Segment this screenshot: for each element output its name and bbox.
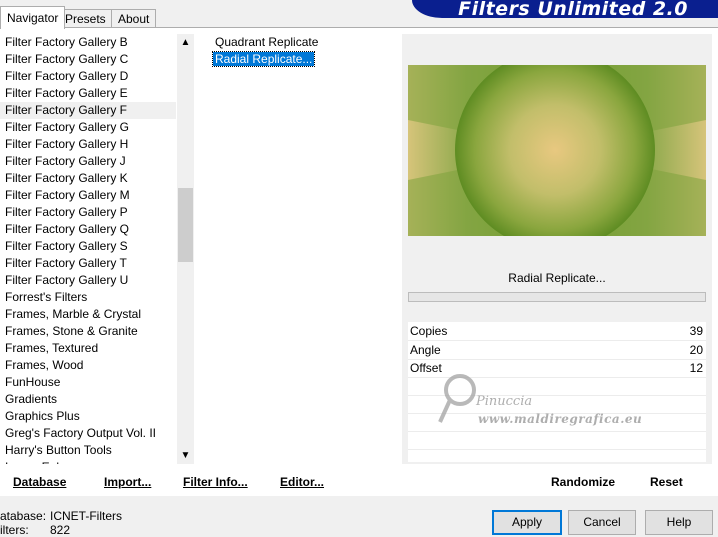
filter-info-link[interactable]: Filter Info... [183, 475, 248, 489]
filter-item-label: Radial Replicate... [211, 51, 316, 67]
category-item[interactable]: Frames, Marble & Crystal [0, 306, 176, 323]
category-item[interactable]: Filter Factory Gallery G [0, 119, 176, 136]
category-item[interactable]: Filter Factory Gallery K [0, 170, 176, 187]
category-item[interactable]: Filter Factory Gallery D [0, 68, 176, 85]
category-item[interactable]: Filter Factory Gallery H [0, 136, 176, 153]
param-value[interactable]: 20 [690, 341, 703, 359]
empty-param-row [408, 432, 706, 450]
watermark-logo-icon [438, 374, 476, 423]
scroll-up-icon[interactable]: ▲ [177, 34, 194, 51]
filter-preview [408, 65, 706, 236]
filter-item[interactable]: Quadrant Replicate [200, 34, 400, 51]
import-link[interactable]: Import... [104, 475, 151, 489]
category-item[interactable]: Filter Factory Gallery P [0, 204, 176, 221]
category-item[interactable]: Filter Factory Gallery E [0, 85, 176, 102]
param-row-copies[interactable]: Copies 39 [408, 322, 706, 341]
category-item[interactable]: Frames, Textured [0, 340, 176, 357]
category-item[interactable]: Filter Factory Gallery C [0, 51, 176, 68]
help-button[interactable]: Help [645, 510, 713, 535]
category-item[interactable]: Greg's Factory Output Vol. II [0, 425, 176, 442]
scroll-thumb[interactable] [178, 188, 193, 262]
filter-item-label: Quadrant Replicate [215, 35, 319, 49]
radial-replicate-preview-image [408, 65, 706, 236]
randomize-button[interactable]: Randomize [551, 475, 615, 489]
param-label: Angle [410, 343, 441, 357]
database-link[interactable]: Database [13, 475, 66, 489]
title-banner: Filters Unlimited 2.0 [412, 0, 718, 20]
category-item[interactable]: Filter Factory Gallery M [0, 187, 176, 204]
scroll-down-icon[interactable]: ▼ [177, 447, 194, 464]
filters-count-label: ilters: [0, 523, 29, 537]
category-item[interactable]: FunHouse [0, 374, 176, 391]
category-item[interactable]: Filter Factory Gallery F [0, 102, 176, 119]
tab-navigator[interactable]: Navigator [0, 6, 66, 29]
watermark-name: Pinuccia [476, 394, 533, 409]
apply-button[interactable]: Apply [492, 510, 562, 535]
category-item[interactable]: Filter Factory Gallery J [0, 153, 176, 170]
watermark-url: www.maldiregrafica.eu [478, 412, 643, 426]
banner-title: Filters Unlimited 2.0 [458, 0, 688, 20]
category-item[interactable]: Frames, Stone & Granite [0, 323, 176, 340]
filters-count-value: 822 [50, 523, 71, 537]
category-item[interactable]: Filter Factory Gallery U [0, 272, 176, 289]
tab-about[interactable]: About [111, 9, 157, 28]
reset-button[interactable]: Reset [650, 475, 683, 489]
category-item[interactable]: Image Enhance [0, 459, 176, 464]
editor-link[interactable]: Editor... [280, 475, 324, 489]
param-label: Copies [410, 324, 448, 338]
filter-list[interactable]: Quadrant Replicate Radial Replicate... [200, 34, 400, 68]
tab-presets[interactable]: Presets [58, 9, 113, 28]
category-list[interactable]: Filter Factory Gallery B Filter Factory G… [0, 34, 176, 464]
category-item[interactable]: Gradients [0, 391, 176, 408]
param-value[interactable]: 12 [690, 359, 703, 377]
category-scrollbar[interactable]: ▲ ▼ [177, 34, 194, 464]
param-value[interactable]: 39 [690, 322, 703, 340]
progress-bar [408, 292, 706, 302]
category-item[interactable]: Harry's Button Tools [0, 442, 176, 459]
database-value: ICNET-Filters [50, 509, 122, 523]
category-item[interactable]: Forrest's Filters [0, 289, 176, 306]
category-item[interactable]: Filter Factory Gallery Q [0, 221, 176, 238]
filter-item[interactable]: Radial Replicate... [200, 51, 400, 68]
filter-name-button[interactable]: Radial Replicate... [408, 267, 706, 289]
param-row-angle[interactable]: Angle 20 [408, 341, 706, 360]
database-label: atabase: [0, 509, 47, 523]
category-item[interactable]: Filter Factory Gallery B [0, 34, 176, 51]
cancel-button[interactable]: Cancel [568, 510, 636, 535]
category-item[interactable]: Filter Factory Gallery T [0, 255, 176, 272]
category-item[interactable]: Graphics Plus [0, 408, 176, 425]
category-item[interactable]: Frames, Wood [0, 357, 176, 374]
watermark: Pinuccia www.maldiregrafica.eu [428, 370, 648, 430]
category-item[interactable]: Filter Factory Gallery S [0, 238, 176, 255]
